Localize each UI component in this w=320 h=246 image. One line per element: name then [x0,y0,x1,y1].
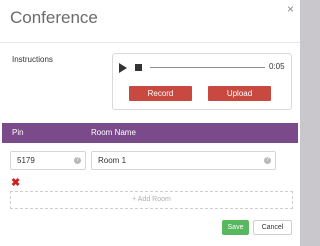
upload-button[interactable]: Upload [208,86,271,101]
room-name-value: Room 1 [98,156,127,165]
table-header: Pin Room Name [2,123,298,143]
stop-icon[interactable] [135,64,142,71]
close-icon[interactable]: × [287,3,294,15]
pin-field[interactable]: 5179 ? [10,151,86,170]
help-icon[interactable]: ? [74,157,81,164]
cancel-button[interactable]: Cancel [253,220,292,235]
help-icon[interactable]: ? [264,157,271,164]
title-divider [0,42,300,43]
audio-time: 0:05 [269,62,285,71]
audio-progress-track[interactable] [150,67,265,68]
pin-value: 5179 [17,156,35,165]
room-name-field[interactable]: Room 1 ? [91,151,276,170]
save-button[interactable]: Save [222,220,249,235]
add-room-button[interactable]: + Add Room [10,191,293,209]
room-name-column-header: Room Name [91,128,136,137]
record-button[interactable]: Record [129,86,192,101]
dialog-title: Conference [10,8,98,27]
audio-player: 0:05 Record Upload [112,53,292,110]
delete-row-icon[interactable]: ✖ [11,178,20,189]
play-icon[interactable] [119,63,127,73]
instructions-label: Instructions [12,55,53,64]
conference-dialog: × Conference Instructions 0:05 Record Up… [0,0,300,246]
pin-column-header: Pin [12,128,24,137]
